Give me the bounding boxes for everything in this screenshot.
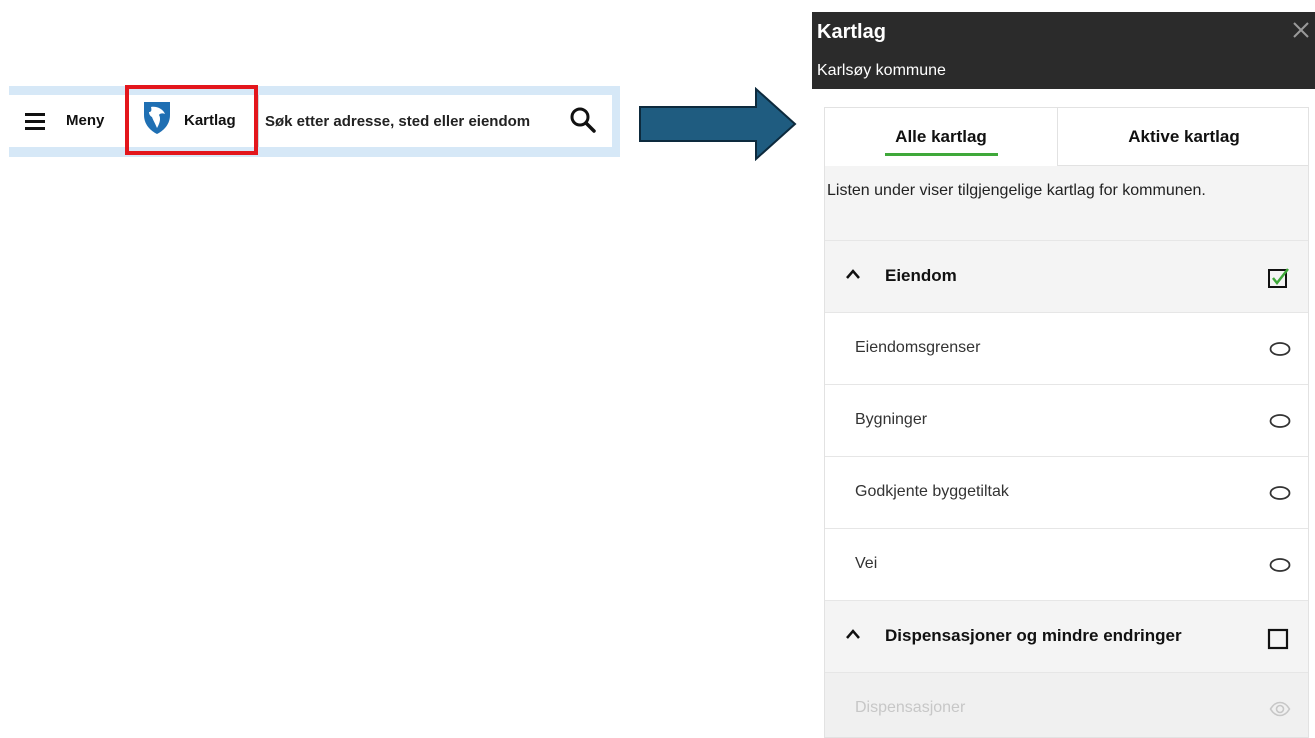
layer-panel: Alle kartlag Aktive kartlag Listen under… [824,107,1309,738]
description-text: Listen under viser tilgjengelige kartlag… [827,182,1206,199]
layer-row[interactable]: Eiendomsgrenser [825,313,1308,385]
eye-closed-icon[interactable] [1269,341,1291,357]
layer-group-header[interactable]: Dispensasjoner og mindre endringer [825,601,1308,673]
layer-row[interactable]: Vei [825,529,1308,601]
tab-bar: Alle kartlag Aktive kartlag [825,108,1308,166]
tab-label: Aktive kartlag [1128,126,1240,146]
search-icon[interactable] [569,106,597,134]
highlight-frame [125,85,258,155]
tab-active-layers[interactable]: Aktive kartlag [1057,108,1308,166]
eye-closed-icon[interactable] [1269,557,1291,573]
layer-row[interactable]: Bygninger [825,385,1308,457]
close-icon[interactable] [1292,21,1310,39]
eye-icon[interactable] [1269,701,1291,717]
arrow-right-icon [639,87,797,161]
chevron-up-icon[interactable] [845,268,861,280]
panel-title: Kartlag [817,21,886,43]
eye-closed-icon[interactable] [1269,485,1291,501]
tab-all-layers[interactable]: Alle kartlag [825,108,1057,166]
group-label: Eiendom [885,266,957,285]
chevron-up-icon[interactable] [845,628,861,640]
checkbox-checked-icon[interactable] [1267,266,1291,290]
active-tab-indicator [885,153,998,156]
menu-label: Meny [66,112,105,129]
layer-label: Bygninger [855,411,928,428]
layer-row[interactable]: Godkjente byggetiltak [825,457,1308,529]
tab-label: Alle kartlag [895,127,987,146]
group-label: Dispensasjoner og mindre endringer [885,626,1182,645]
eye-closed-icon[interactable] [1269,413,1291,429]
menu-button[interactable]: Meny [9,95,127,147]
layer-label: Dispensasjoner [855,699,966,716]
layer-label: Eiendomsgrenser [855,339,981,356]
layer-group-header[interactable]: Eiendom [825,241,1308,313]
search-input[interactable] [265,111,560,131]
toolbar: Meny Kartlag [9,95,612,147]
layer-label: Godkjente byggetiltak [855,483,1009,500]
layer-row[interactable]: Dispensasjoner [825,673,1308,737]
panel-subtitle: Karlsøy kommune [817,62,946,79]
checkbox-unchecked-icon[interactable] [1267,626,1291,650]
panel-header: Kartlag Karlsøy kommune [812,12,1315,89]
search-box [259,95,612,147]
description: Listen under viser tilgjengelige kartlag… [825,166,1308,241]
hamburger-icon [25,113,45,130]
layer-label: Vei [855,555,878,572]
